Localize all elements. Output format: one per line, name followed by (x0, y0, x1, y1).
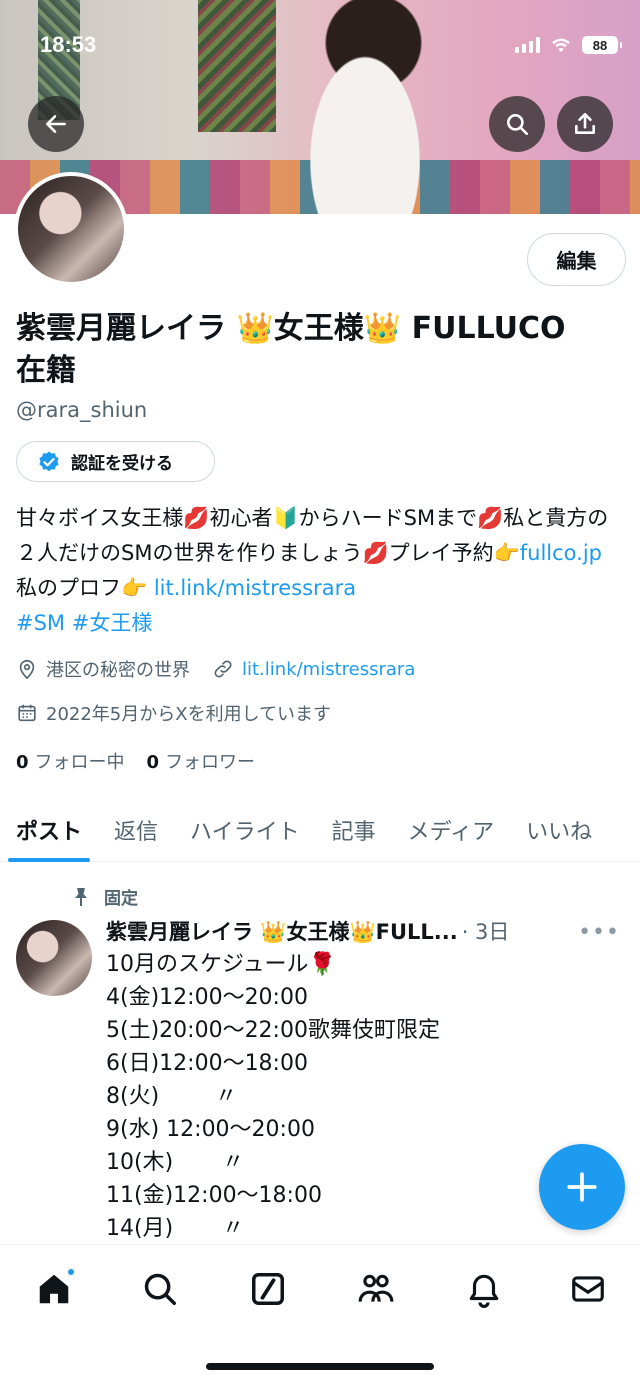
tab-likes[interactable]: いいね (510, 798, 608, 862)
cellular-signal-icon (515, 37, 540, 53)
pin-icon (75, 887, 87, 906)
get-verified-button[interactable]: 認証を受ける (16, 441, 215, 482)
home-indicator (206, 1363, 434, 1370)
communities-icon (358, 1274, 394, 1302)
followers-link[interactable]: 0 フォロワー (147, 748, 256, 774)
follow-counts: 0 フォロー中 0 フォロワー (16, 748, 255, 774)
share-button[interactable] (557, 96, 613, 152)
post-timestamp[interactable]: · 3日 (462, 916, 510, 946)
wifi-icon (552, 38, 570, 53)
calendar-icon (18, 704, 36, 722)
arrow-left-icon (46, 115, 66, 133)
bio-link-fullco[interactable]: fullco.jp (520, 541, 602, 565)
post-header: 紫雲月麗レイラ 👑女王様👑FULL... · 3日 (106, 916, 576, 946)
back-button[interactable] (28, 96, 84, 152)
grok-icon (252, 1273, 284, 1305)
tab-articles[interactable]: 記事 (316, 798, 392, 862)
nav-grok[interactable] (246, 1267, 290, 1311)
search-icon (507, 114, 529, 136)
more-icon[interactable]: ••• (578, 920, 620, 945)
tab-posts[interactable]: ポスト (0, 798, 98, 862)
search-icon (144, 1273, 176, 1305)
edit-profile-button[interactable]: 編集 (527, 233, 626, 286)
profile-website-link[interactable]: lit.link/mistressrara (242, 659, 415, 680)
post-text: 10月のスケジュール🌹 4(金)12:00〜20:00 5(土)20:00〜22… (106, 952, 440, 1241)
battery-indicator: 88 (582, 36, 622, 54)
plus-icon (567, 1172, 597, 1202)
profile-handle: @rara_shiun (16, 398, 148, 422)
profile-tabs: ポスト 返信 ハイライト 記事 メディア いいね (0, 798, 640, 862)
banner-figure (280, 0, 450, 214)
profile-name: 紫雲月麗レイラ 👑女王様👑 FULLUCO 在籍 (16, 311, 566, 388)
share-icon (575, 112, 595, 134)
messages-icon (572, 1276, 604, 1302)
search-button[interactable] (489, 96, 545, 152)
pinned-label: 固定 (72, 884, 138, 909)
profile-meta-row: 港区の秘密の世界 lit.link/mistressrara (16, 656, 415, 682)
post-author-name[interactable]: 紫雲月麗レイラ 👑女王様👑FULL... (106, 916, 458, 946)
profile-bio: 甘々ボイス女王様💋初心者🔰からハードSMまで💋私と貴方の２人だけのSMの世界を作… (16, 501, 628, 641)
notifications-icon (469, 1274, 499, 1308)
compose-button[interactable] (539, 1144, 625, 1230)
nav-messages[interactable] (566, 1267, 610, 1311)
link-icon (214, 660, 232, 678)
status-time: 18:53 (40, 32, 97, 57)
bio-link-litlink[interactable]: lit.link/mistressrara (154, 576, 356, 600)
status-icons: 88 (515, 36, 622, 54)
nav-search[interactable] (138, 1267, 182, 1311)
nav-notifications[interactable] (462, 1267, 506, 1311)
notification-dot (66, 1267, 76, 1277)
nav-communities[interactable] (354, 1267, 398, 1311)
tab-media[interactable]: メディア (392, 798, 510, 862)
post-author-avatar[interactable] (16, 920, 92, 996)
profile-avatar[interactable] (14, 172, 128, 286)
profile-joined-row: 2022年5月からXを利用しています (16, 700, 331, 726)
tab-highlights[interactable]: ハイライト (174, 798, 316, 862)
profile-joined: 2022年5月からXを利用しています (46, 704, 332, 725)
verify-label: 認証を受ける (71, 454, 173, 474)
banner-decor (198, 0, 276, 132)
verified-badge-icon (39, 451, 59, 471)
bio-hashtags[interactable]: #SM #女王様 (16, 611, 152, 635)
location-pin-icon (19, 659, 35, 680)
following-link[interactable]: 0 フォロー中 (16, 748, 125, 774)
nav-home[interactable] (32, 1267, 76, 1311)
bio-text-mid: 私のプロフ👉 (16, 576, 154, 600)
profile-location: 港区の秘密の世界 (46, 660, 190, 681)
tab-replies[interactable]: 返信 (98, 798, 174, 862)
